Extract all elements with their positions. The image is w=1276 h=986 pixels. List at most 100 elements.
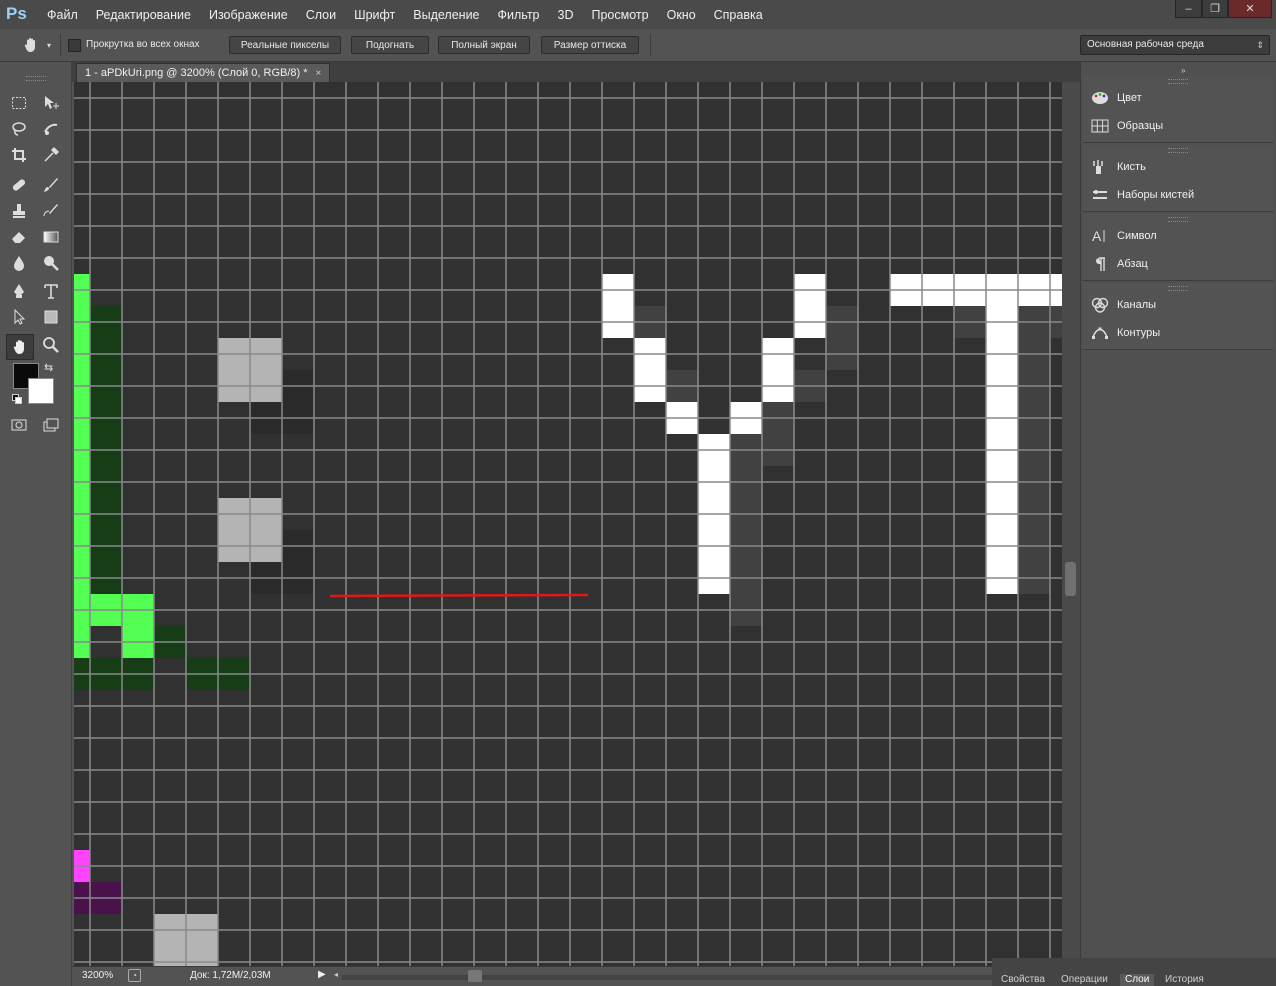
menu-select[interactable]: Выделение: [413, 8, 479, 22]
preset-dropdown-arrow-icon[interactable]: ▾: [47, 41, 51, 50]
channels-icon: [1091, 297, 1109, 313]
tab-layers[interactable]: Слои: [1120, 974, 1155, 986]
photoshop-logo: Ps: [6, 4, 27, 23]
zoom-level[interactable]: 3200%: [82, 970, 113, 981]
swap-colors-icon[interactable]: ⇆: [44, 361, 53, 374]
canvas-horizontal-scrollbar[interactable]: [342, 975, 1066, 980]
path-selection-tool-icon[interactable]: [8, 306, 30, 328]
healing-brush-tool-icon[interactable]: [8, 174, 30, 196]
document-tab[interactable]: 1 - aPDkUri.png @ 3200% (Слой 0, RGB/8) …: [76, 63, 331, 82]
pixel-white: [762, 338, 794, 402]
svg-text:A: A: [1092, 228, 1102, 244]
minimize-button[interactable]: –: [1175, 0, 1202, 18]
swatches-grid-icon: [1091, 119, 1109, 133]
brush-tool-icon[interactable]: [40, 174, 62, 196]
menu-image[interactable]: Изображение: [209, 8, 288, 22]
eraser-tool-icon[interactable]: [8, 226, 30, 248]
scroll-left-arrow-icon[interactable]: ◂: [334, 970, 338, 979]
blur-tool-icon[interactable]: [8, 252, 30, 274]
collapse-panels-icon[interactable]: »: [1181, 66, 1189, 75]
tab-history[interactable]: История: [1160, 974, 1209, 986]
history-brush-tool-icon[interactable]: [40, 200, 62, 222]
tab-actions[interactable]: Операции: [1056, 974, 1113, 986]
menu-items: Файл Редактирование Изображение Слои Шри…: [47, 0, 781, 29]
rectangle-tool-icon[interactable]: [40, 306, 62, 328]
status-bar: 3200% ◔ Док: 1,72M/2,03M ▶ ◂: [72, 966, 1080, 986]
default-colors-icon[interactable]: [12, 394, 22, 404]
screen-mode-icon[interactable]: [40, 414, 62, 436]
panel-channels[interactable]: Каналы: [1091, 294, 1156, 316]
workspace-select-value: Основная рабочая среда: [1087, 39, 1204, 50]
panel-grip[interactable]: [1168, 148, 1188, 153]
panel-group-channels: Каналы Контуры: [1083, 283, 1273, 350]
hand-tool-icon[interactable]: [6, 334, 34, 360]
panel-brush[interactable]: Кисть: [1091, 156, 1146, 178]
palette-icon: [1092, 92, 1108, 104]
panel-brush-presets-label: Наборы кистей: [1117, 189, 1195, 201]
menu-help[interactable]: Справка: [714, 8, 763, 22]
menu-edit[interactable]: Редактирование: [96, 8, 191, 22]
menu-layers[interactable]: Слои: [306, 8, 336, 22]
print-size-button[interactable]: Размер оттиска: [541, 36, 639, 54]
options-bar: ▾ Прокрутка во всех окнах Реальные пиксе…: [0, 29, 1276, 62]
document-tab-strip: 1 - aPDkUri.png @ 3200% (Слой 0, RGB/8) …: [72, 62, 1080, 82]
panel-grip[interactable]: [1168, 79, 1188, 84]
hand-tool-preset-icon[interactable]: [20, 34, 42, 56]
panel-grip[interactable]: [1168, 286, 1188, 291]
crop-tool-icon[interactable]: [8, 144, 30, 166]
document-canvas[interactable]: [74, 82, 1062, 966]
marquee-tool-icon[interactable]: [8, 92, 30, 114]
quick-selection-tool-icon[interactable]: [40, 118, 62, 140]
pen-tool-icon[interactable]: [8, 280, 30, 302]
panel-grip[interactable]: [26, 76, 46, 81]
menu-view[interactable]: Просмотр: [592, 8, 649, 22]
status-menu-arrow-icon[interactable]: ▶: [318, 969, 326, 980]
tools-panel: ⇆: [0, 62, 72, 986]
document-tab-title: 1 - aPDkUri.png @ 3200% (Слой 0, RGB/8) …: [85, 67, 308, 79]
panel-paragraph[interactable]: Абзац: [1091, 253, 1148, 275]
move-tool-icon[interactable]: [40, 92, 62, 114]
full-screen-button[interactable]: Полный экран: [438, 36, 530, 54]
brush-presets-icon: [1093, 190, 1107, 199]
panel-channels-label: Каналы: [1117, 299, 1157, 311]
panel-character[interactable]: A Символ: [1091, 225, 1157, 247]
clone-stamp-tool-icon[interactable]: [8, 200, 30, 222]
document-size-info: Док: 1,72M/2,03M: [190, 970, 271, 981]
status-info-icon[interactable]: ◔: [128, 969, 141, 982]
gradient-tool-icon[interactable]: [40, 226, 62, 248]
panel-paths-label: Контуры: [1117, 327, 1161, 339]
close-tab-icon[interactable]: ×: [316, 68, 322, 79]
panel-brush-presets[interactable]: Наборы кистей: [1091, 184, 1194, 206]
dodge-tool-icon[interactable]: [40, 252, 62, 274]
pixel-shadow: [730, 434, 762, 626]
menu-3d[interactable]: 3D: [558, 8, 574, 22]
panel-group-brush: Кисть Наборы кистей: [1083, 145, 1273, 212]
background-color-swatch[interactable]: [28, 378, 54, 404]
menu-file[interactable]: Файл: [47, 8, 78, 22]
restore-button[interactable]: ❐: [1202, 0, 1228, 18]
eyedropper-tool-icon[interactable]: [40, 144, 62, 166]
scroll-all-windows-checkbox[interactable]: [68, 39, 81, 52]
actual-pixels-button[interactable]: Реальные пикселы: [229, 36, 341, 54]
fit-screen-button[interactable]: Подогнать: [351, 36, 429, 54]
zoom-tool-icon[interactable]: [40, 334, 62, 356]
panel-swatches[interactable]: Образцы: [1091, 115, 1163, 137]
canvas-vertical-scrollbar[interactable]: [1062, 82, 1080, 966]
pixel-white: [634, 338, 666, 402]
menu-window[interactable]: Окно: [667, 8, 696, 22]
options-divider: [60, 34, 61, 56]
menu-type[interactable]: Шрифт: [354, 8, 395, 22]
horizontal-scroll-thumb[interactable]: [468, 970, 482, 982]
quick-mask-icon[interactable]: [8, 414, 30, 436]
close-window-button[interactable]: ✕: [1228, 0, 1272, 18]
collapsed-panel-tabs: Свойства Операции Слои История: [992, 958, 1276, 986]
vertical-scroll-thumb[interactable]: [1065, 562, 1076, 596]
type-tool-icon[interactable]: [40, 280, 62, 302]
workspace-select[interactable]: Основная рабочая среда ⇕: [1080, 35, 1270, 55]
menu-filter[interactable]: Фильтр: [498, 8, 540, 22]
lasso-tool-icon[interactable]: [8, 118, 30, 140]
panel-color[interactable]: Цвет: [1091, 87, 1142, 109]
panel-grip[interactable]: [1168, 217, 1188, 222]
tab-properties[interactable]: Свойства: [996, 974, 1050, 986]
panel-paths[interactable]: Контуры: [1091, 322, 1160, 344]
